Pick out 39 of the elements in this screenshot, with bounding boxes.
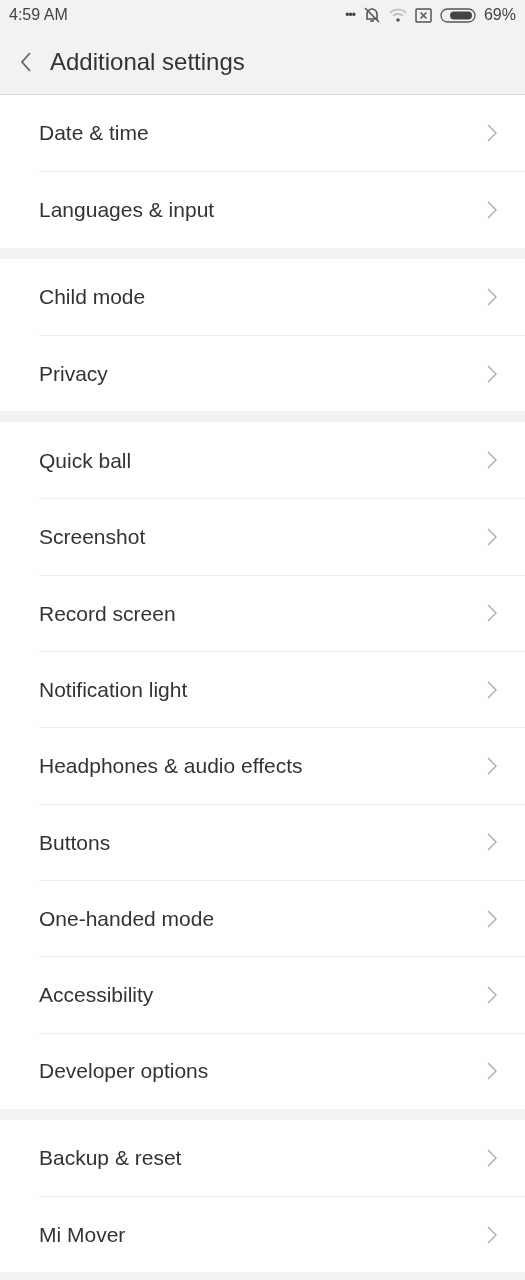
settings-item[interactable]: Developer options: [39, 1032, 525, 1109]
chevron-icon: [487, 909, 497, 928]
chevron-icon: [487, 680, 497, 699]
settings-item[interactable]: Privacy: [39, 334, 525, 412]
settings-item[interactable]: Accessibility: [39, 956, 525, 1033]
chevron-icon: [487, 1225, 497, 1244]
chevron-icon: [487, 757, 497, 775]
settings-item[interactable]: Screenshot: [39, 498, 525, 575]
muted-bell-icon: [362, 6, 381, 24]
more-notifications-icon: •••: [345, 6, 355, 24]
settings-item[interactable]: Languages & input: [39, 171, 525, 248]
battery-icon: [439, 7, 476, 23]
chevron-icon: [487, 985, 497, 1004]
settings-item[interactable]: Headphones & audio effects: [39, 727, 525, 804]
chevron-icon: [487, 833, 497, 852]
settings-item[interactable]: Buttons: [39, 803, 525, 880]
status-time: 4:59 AM: [9, 5, 68, 25]
no-sim-icon: [414, 7, 432, 23]
chevron-icon: [487, 451, 497, 470]
settings-item[interactable]: Record screen: [39, 574, 525, 652]
settings-item[interactable]: Quick ball: [39, 422, 525, 499]
back-icon[interactable]: [20, 51, 32, 73]
wifi-icon: [388, 7, 407, 23]
settings-item[interactable]: Mi Mover: [39, 1196, 525, 1273]
battery-percentage: 69%: [483, 5, 516, 25]
settings-item[interactable]: Date & time: [39, 95, 525, 172]
settings-item[interactable]: Backup & reset: [39, 1119, 525, 1197]
chevron-icon: [487, 1149, 497, 1167]
chevron-icon: [487, 604, 497, 623]
chevron-icon: [487, 200, 497, 219]
settings-item[interactable]: One-handed mode: [39, 879, 525, 957]
chevron-icon: [487, 1062, 497, 1081]
chevron-icon: [487, 287, 497, 306]
page-title: Additional settings: [50, 47, 245, 77]
settings-item[interactable]: Child mode: [39, 258, 525, 335]
chevron-icon: [487, 124, 497, 143]
chevron-icon: [487, 528, 497, 547]
settings-item[interactable]: Notification light: [39, 651, 525, 728]
chevron-icon: [487, 364, 497, 383]
